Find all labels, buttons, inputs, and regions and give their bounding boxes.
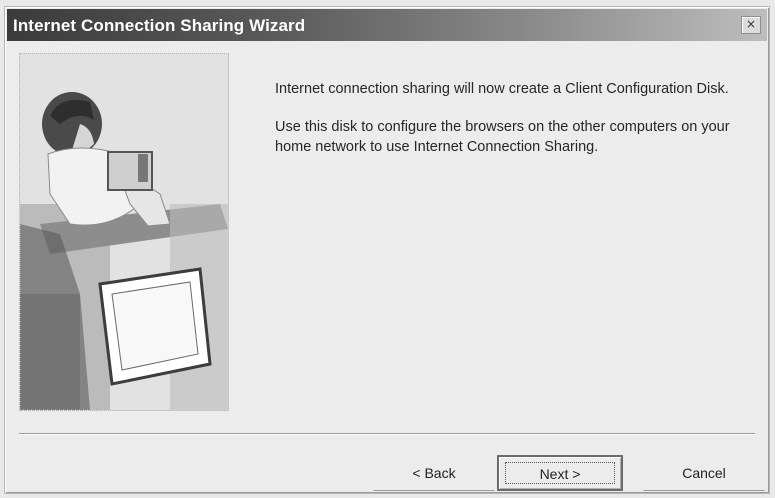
wizard-window: Internet Connection Sharing Wizard × Int… bbox=[4, 6, 770, 494]
wizard-message: Internet connection sharing will now cre… bbox=[275, 79, 755, 175]
close-icon: × bbox=[745, 17, 757, 31]
message-paragraph-2: Use this disk to configure the browsers … bbox=[275, 119, 730, 155]
person-at-computer-illustration bbox=[20, 54, 228, 410]
cancel-button-label: Cancel bbox=[682, 465, 726, 481]
back-button[interactable]: < Back bbox=[373, 455, 495, 491]
next-button[interactable]: Next > bbox=[497, 455, 623, 491]
wizard-illustration bbox=[19, 53, 229, 411]
window-title: Internet Connection Sharing Wizard bbox=[13, 16, 306, 35]
message-paragraph-1: Internet connection sharing will now cre… bbox=[275, 81, 729, 97]
next-button-label: Next > bbox=[539, 466, 581, 482]
title-bar: Internet Connection Sharing Wizard × bbox=[7, 9, 767, 41]
cancel-button[interactable]: Cancel bbox=[643, 455, 765, 491]
back-button-label: < Back bbox=[412, 465, 456, 481]
close-button[interactable]: × bbox=[741, 16, 761, 34]
button-separator bbox=[19, 433, 755, 435]
